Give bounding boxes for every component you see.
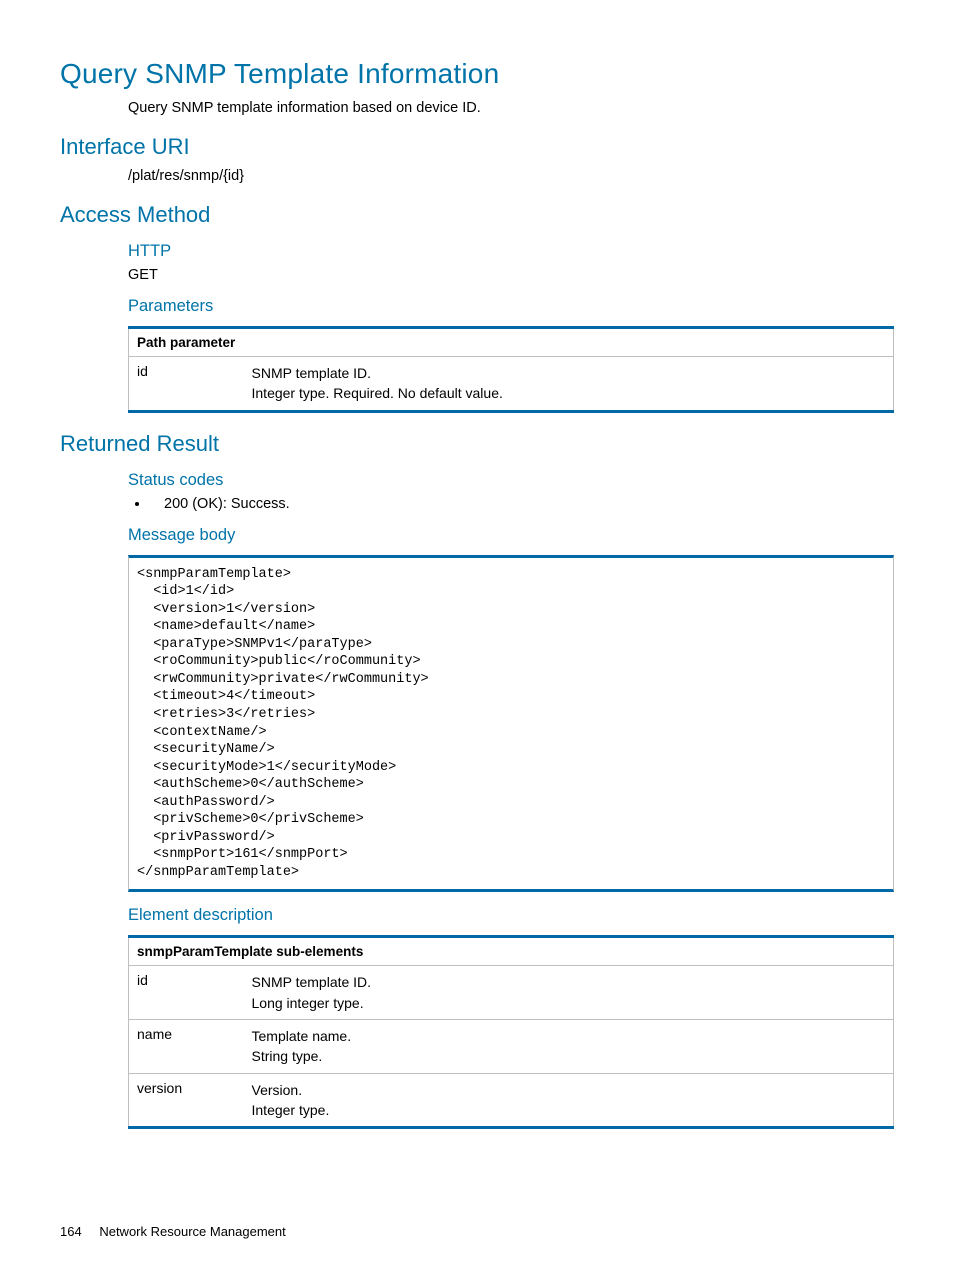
interface-uri-block: /plat/res/snmp/{id}	[60, 168, 894, 184]
table-row: id SNMP template ID. Integer type. Requi…	[129, 357, 894, 412]
document-page: Query SNMP Template Information Query SN…	[0, 0, 954, 1271]
path-parameter-header: Path parameter	[129, 328, 894, 357]
intro-text: Query SNMP template information based on…	[60, 100, 894, 116]
status-code-item: 200 (OK): Success.	[150, 496, 894, 512]
table-row: name Template name. String type.	[129, 1020, 894, 1074]
http-heading: HTTP	[128, 242, 894, 261]
page-footer: 164 Network Resource Management	[60, 1224, 286, 1239]
element-desc-cell: Template name. String type.	[244, 1020, 894, 1074]
element-desc-line: Long integer type.	[252, 993, 886, 1013]
param-desc-cell: SNMP template ID. Integer type. Required…	[244, 357, 894, 412]
footer-section-title: Network Resource Management	[99, 1224, 285, 1239]
status-codes-heading: Status codes	[128, 471, 894, 490]
interface-uri-heading: Interface URI	[60, 134, 894, 160]
access-method-block: HTTP GET Parameters Path parameter id SN…	[60, 242, 894, 413]
element-desc-line: String type.	[252, 1046, 886, 1066]
element-name-cell: name	[129, 1020, 244, 1074]
page-number: 164	[60, 1224, 82, 1239]
returned-result-block: Status codes 200 (OK): Success. Message …	[60, 471, 894, 1130]
table-row: version Version. Integer type.	[129, 1073, 894, 1128]
interface-uri-path: /plat/res/snmp/{id}	[128, 168, 894, 184]
element-desc-line: Template name.	[252, 1026, 886, 1046]
access-method-heading: Access Method	[60, 202, 894, 228]
parameters-heading: Parameters	[128, 297, 894, 316]
element-description-table: snmpParamTemplate sub-elements id SNMP t…	[128, 935, 894, 1129]
element-name-cell: id	[129, 966, 244, 1020]
page-title: Query SNMP Template Information	[60, 58, 894, 90]
element-desc-line: Integer type.	[252, 1100, 886, 1120]
message-body-heading: Message body	[128, 526, 894, 545]
element-name-cell: version	[129, 1073, 244, 1128]
element-description-heading: Element description	[128, 906, 894, 925]
param-desc-line: Integer type. Required. No default value…	[252, 383, 886, 403]
element-desc-line: Version.	[252, 1080, 886, 1100]
path-parameter-table: Path parameter id SNMP template ID. Inte…	[128, 326, 894, 413]
element-table-header: snmpParamTemplate sub-elements	[129, 937, 894, 966]
message-body-code: <snmpParamTemplate> <id>1</id> <version>…	[128, 555, 894, 893]
param-desc-line: SNMP template ID.	[252, 363, 886, 383]
element-desc-cell: SNMP template ID. Long integer type.	[244, 966, 894, 1020]
http-verb: GET	[128, 267, 894, 283]
status-codes-list: 200 (OK): Success.	[128, 496, 894, 512]
param-name-cell: id	[129, 357, 244, 412]
element-desc-line: SNMP template ID.	[252, 972, 886, 992]
returned-result-heading: Returned Result	[60, 431, 894, 457]
element-desc-cell: Version. Integer type.	[244, 1073, 894, 1128]
table-row: id SNMP template ID. Long integer type.	[129, 966, 894, 1020]
